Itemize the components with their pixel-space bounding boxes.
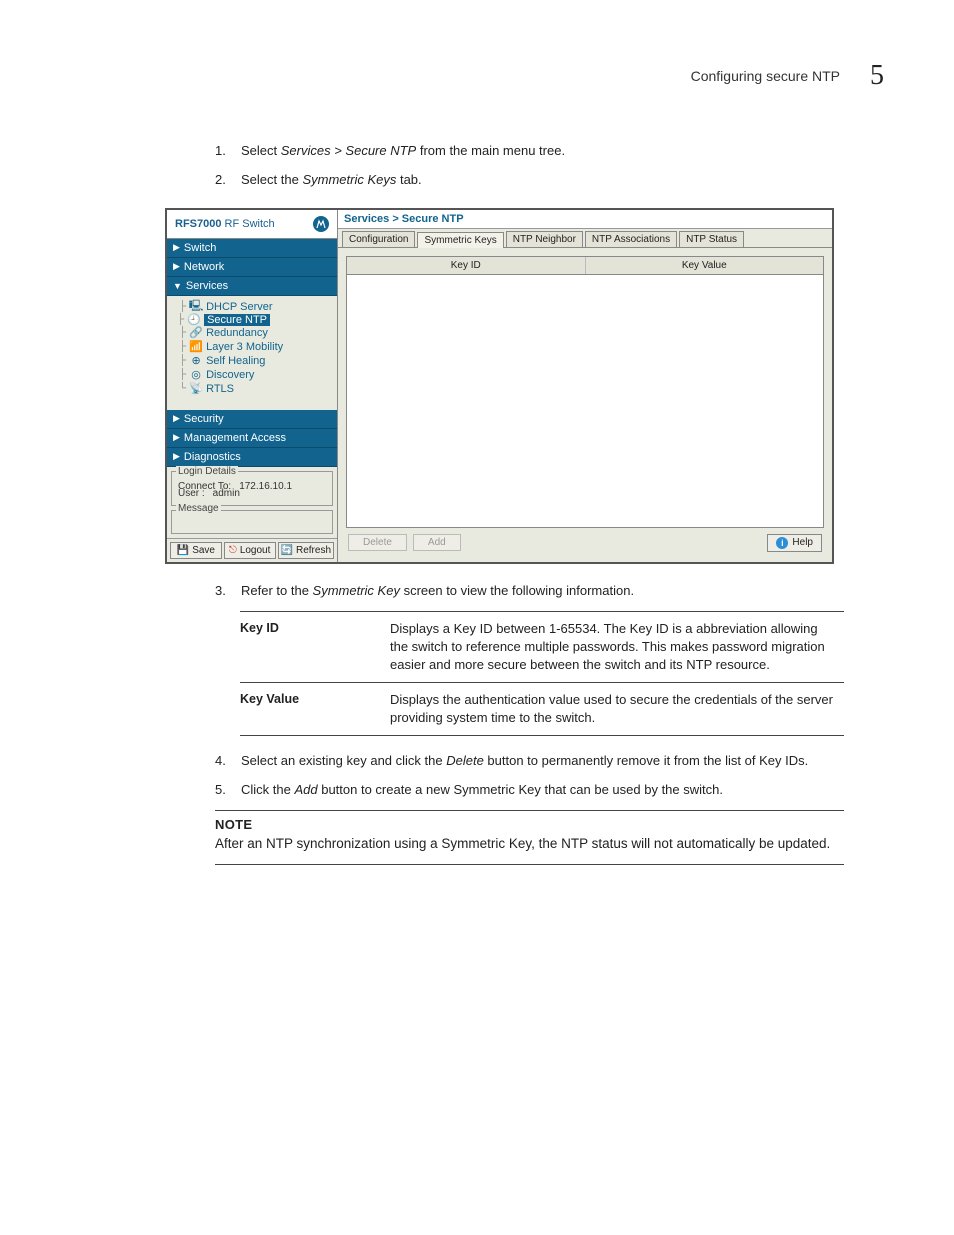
main-panel: Services > Secure NTP Configuration Symm… xyxy=(338,210,832,562)
step-number: 2. xyxy=(215,171,241,190)
tree-dhcp-server[interactable]: ├🖳DHCP Server xyxy=(177,300,335,314)
tree-self-healing[interactable]: ├⊕Self Healing xyxy=(177,354,335,368)
table-header: Key ID Key Value xyxy=(347,257,823,275)
nav-management-access[interactable]: ▶Management Access xyxy=(167,429,337,448)
add-button[interactable]: Add xyxy=(413,534,461,551)
col-key-id[interactable]: Key ID xyxy=(347,257,586,274)
step-number: 5. xyxy=(215,781,241,800)
page-header: Configuring secure NTP 5 xyxy=(70,60,884,92)
step-1: 1. Select Services > Secure NTP from the… xyxy=(215,142,844,161)
nav-services[interactable]: ▼Services xyxy=(167,277,337,296)
step-2: 2. Select the Symmetric Keys tab. xyxy=(215,171,844,190)
caret-right-icon: ▶ xyxy=(173,413,180,424)
tree-discovery[interactable]: ├◎Discovery xyxy=(177,368,335,382)
tree-redundancy[interactable]: ├🔗Redundancy xyxy=(177,326,335,340)
nav-network[interactable]: ▶Network xyxy=(167,258,337,277)
tab-ntp-associations[interactable]: NTP Associations xyxy=(585,231,677,247)
discovery-icon: ◎ xyxy=(190,369,202,381)
tab-ntp-status[interactable]: NTP Status xyxy=(679,231,744,247)
breadcrumb: Services > Secure NTP xyxy=(338,210,832,229)
field-name: Key Value xyxy=(240,683,390,736)
logout-button[interactable]: ⎋Logout xyxy=(224,542,276,559)
save-icon: 💾 xyxy=(177,545,189,556)
nav-security[interactable]: ▶Security xyxy=(167,410,337,429)
step-3: 3. Refer to the Symmetric Key screen to … xyxy=(215,582,844,601)
step-text: Refer to the Symmetric Key screen to vie… xyxy=(241,582,844,601)
tab-symmetric-keys[interactable]: Symmetric Keys xyxy=(417,232,503,248)
note-block: NOTE After an NTP synchronization using … xyxy=(215,810,844,865)
heal-icon: ⊕ xyxy=(190,355,202,367)
sidebar-buttons: 💾Save ⎋Logout 🔄Refresh xyxy=(167,538,337,562)
step-number: 3. xyxy=(215,582,241,601)
note-title: NOTE xyxy=(215,817,844,832)
caret-right-icon: ▶ xyxy=(173,451,180,462)
tab-ntp-neighbor[interactable]: NTP Neighbor xyxy=(506,231,583,247)
refresh-icon: 🔄 xyxy=(281,545,293,556)
page-header-title: Configuring secure NTP xyxy=(691,68,840,84)
step-text: Click the Add button to create a new Sym… xyxy=(241,781,844,800)
keys-table[interactable]: Key ID Key Value xyxy=(346,256,824,528)
help-icon: i xyxy=(776,537,788,549)
field-desc: Displays the authentication value used t… xyxy=(390,683,844,736)
sidebar: RFS7000 RF Switch ▶Switch ▶Network ▼Serv… xyxy=(167,210,338,562)
table-row: Key ID Displays a Key ID between 1-65534… xyxy=(240,611,844,683)
step-5: 5. Click the Add button to create a new … xyxy=(215,781,844,800)
tab-content: Key ID Key Value Delete Add i Help xyxy=(338,248,832,562)
step-4: 4. Select an existing key and click the … xyxy=(215,752,844,771)
message-box: Message xyxy=(171,510,333,534)
help-button[interactable]: i Help xyxy=(767,534,822,552)
tabs: Configuration Symmetric Keys NTP Neighbo… xyxy=(338,229,832,248)
redundancy-icon: 🔗 xyxy=(190,327,202,339)
page-section-number: 5 xyxy=(870,60,884,92)
tree-rtls[interactable]: └📡RTLS xyxy=(177,382,335,396)
col-key-value[interactable]: Key Value xyxy=(586,257,824,274)
step-number: 1. xyxy=(215,142,241,161)
caret-down-icon: ▼ xyxy=(173,281,182,291)
refresh-button[interactable]: 🔄Refresh xyxy=(278,542,334,559)
caret-right-icon: ▶ xyxy=(173,432,180,443)
caret-right-icon: ▶ xyxy=(173,261,180,272)
step-text: Select the Symmetric Keys tab. xyxy=(241,171,844,190)
step-text: Select Services > Secure NTP from the ma… xyxy=(241,142,844,161)
motorola-logo-icon xyxy=(313,216,329,232)
field-name: Key ID xyxy=(240,611,390,683)
tree-layer3-mobility[interactable]: ├📶Layer 3 Mobility xyxy=(177,340,335,354)
nav-diagnostics[interactable]: ▶Diagnostics xyxy=(167,448,337,467)
login-details: Login Details Connect To:172.16.10.1 Use… xyxy=(171,471,333,506)
app-window: RFS7000 RF Switch ▶Switch ▶Network ▼Serv… xyxy=(165,208,834,564)
caret-right-icon: ▶ xyxy=(173,242,180,253)
step-number: 4. xyxy=(215,752,241,771)
clock-icon: 🕘 xyxy=(188,314,200,326)
table-row: Key Value Displays the authentication va… xyxy=(240,683,844,736)
save-button[interactable]: 💾Save xyxy=(170,542,222,559)
services-tree: ├🖳DHCP Server ├🕘 Secure NTP ├🔗Redundancy… xyxy=(167,296,337,410)
nav-switch[interactable]: ▶Switch xyxy=(167,239,337,258)
sidebar-title: RFS7000 RF Switch xyxy=(167,210,337,239)
action-row: Delete Add i Help xyxy=(346,528,824,554)
server-icon: 🖳 xyxy=(190,301,202,313)
field-description-table: Key ID Displays a Key ID between 1-65534… xyxy=(240,611,844,737)
tab-configuration[interactable]: Configuration xyxy=(342,231,415,247)
tree-secure-ntp[interactable]: ├🕘 Secure NTP xyxy=(177,314,335,326)
field-desc: Displays a Key ID between 1-65534. The K… xyxy=(390,611,844,683)
step-text: Select an existing key and click the Del… xyxy=(241,752,844,771)
note-body: After an NTP synchronization using a Sym… xyxy=(215,834,844,854)
rtls-icon: 📡 xyxy=(190,383,202,395)
logout-icon: ⎋ xyxy=(229,545,237,556)
delete-button[interactable]: Delete xyxy=(348,534,407,551)
mobility-icon: 📶 xyxy=(190,341,202,353)
